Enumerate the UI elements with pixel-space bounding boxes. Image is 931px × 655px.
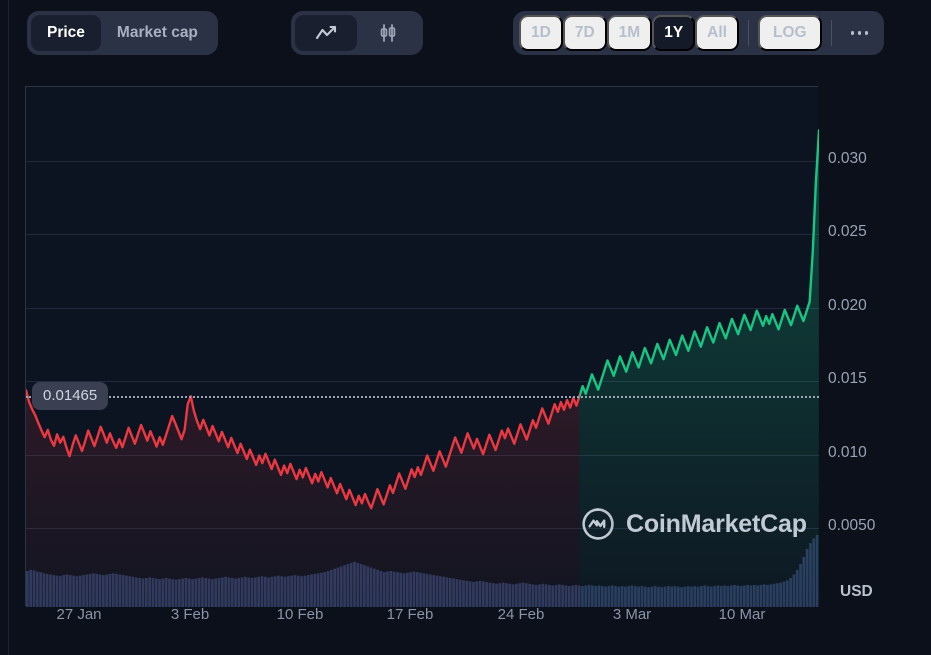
x-tick-label: 3 Mar <box>612 606 652 623</box>
range-all[interactable]: All <box>695 15 739 51</box>
tab-market-cap[interactable]: Market cap <box>101 15 214 51</box>
range-1y[interactable]: 1Y <box>652 15 696 51</box>
chart-toolbar: Price Market cap 1D 7D 1M 1Y All LOG <box>0 0 931 75</box>
x-tick-label: 27 Jan <box>56 606 102 623</box>
x-tick-label: 10 Feb <box>276 606 324 623</box>
y-tick-label: 0.010 <box>828 444 867 461</box>
crypto-price-chart-page: Price Market cap 1D 7D 1M 1Y All LOG 0.0… <box>0 0 931 655</box>
plot-area[interactable]: 0.01465 CoinMarketCap <box>25 86 819 607</box>
range-7d[interactable]: 7D <box>562 15 607 51</box>
y-axis: 0.030 0.025 0.020 0.015 0.010 0.0050 USD <box>822 75 931 655</box>
x-tick-label: 10 Mar <box>718 606 766 623</box>
y-tick-label: 0.030 <box>828 150 867 167</box>
coinmarketcap-watermark: CoinMarketCap <box>581 507 807 541</box>
toolbar-divider-1 <box>747 20 749 46</box>
metric-toggle-group: Price Market cap <box>27 11 218 55</box>
candlestick-chart-icon[interactable] <box>357 15 419 51</box>
x-tick-label: 17 Feb <box>386 606 434 623</box>
tab-price[interactable]: Price <box>31 15 101 51</box>
range-1d[interactable]: 1D <box>519 15 563 51</box>
line-chart-icon[interactable] <box>295 15 357 51</box>
range-1m[interactable]: 1M <box>606 15 653 51</box>
toolbar-divider-2 <box>830 20 832 46</box>
chart-container: 0.01465 CoinMarketCap <box>0 75 931 655</box>
time-range-group: 1D 7D 1M 1Y All LOG <box>513 11 885 55</box>
y-tick-label: 0.0050 <box>828 517 876 534</box>
watermark-text: CoinMarketCap <box>626 509 807 538</box>
y-tick-label: 0.020 <box>828 297 867 314</box>
log-scale-button[interactable]: LOG <box>757 15 822 51</box>
y-axis-unit-label: USD <box>840 583 873 600</box>
y-tick-label: 0.015 <box>828 370 867 387</box>
x-tick-label: 24 Feb <box>497 606 545 623</box>
coinmarketcap-logo-icon <box>582 508 614 540</box>
y-tick-label: 0.025 <box>828 223 867 240</box>
x-axis: 27 Jan 3 Feb 10 Feb 17 Feb 24 Feb 3 Mar … <box>25 606 818 636</box>
chart-type-toggle-group <box>291 11 423 55</box>
reference-line <box>26 396 819 399</box>
more-options-icon[interactable] <box>841 15 879 51</box>
x-tick-label: 3 Feb <box>170 606 210 623</box>
reference-price-label: 0.01465 <box>32 382 109 411</box>
